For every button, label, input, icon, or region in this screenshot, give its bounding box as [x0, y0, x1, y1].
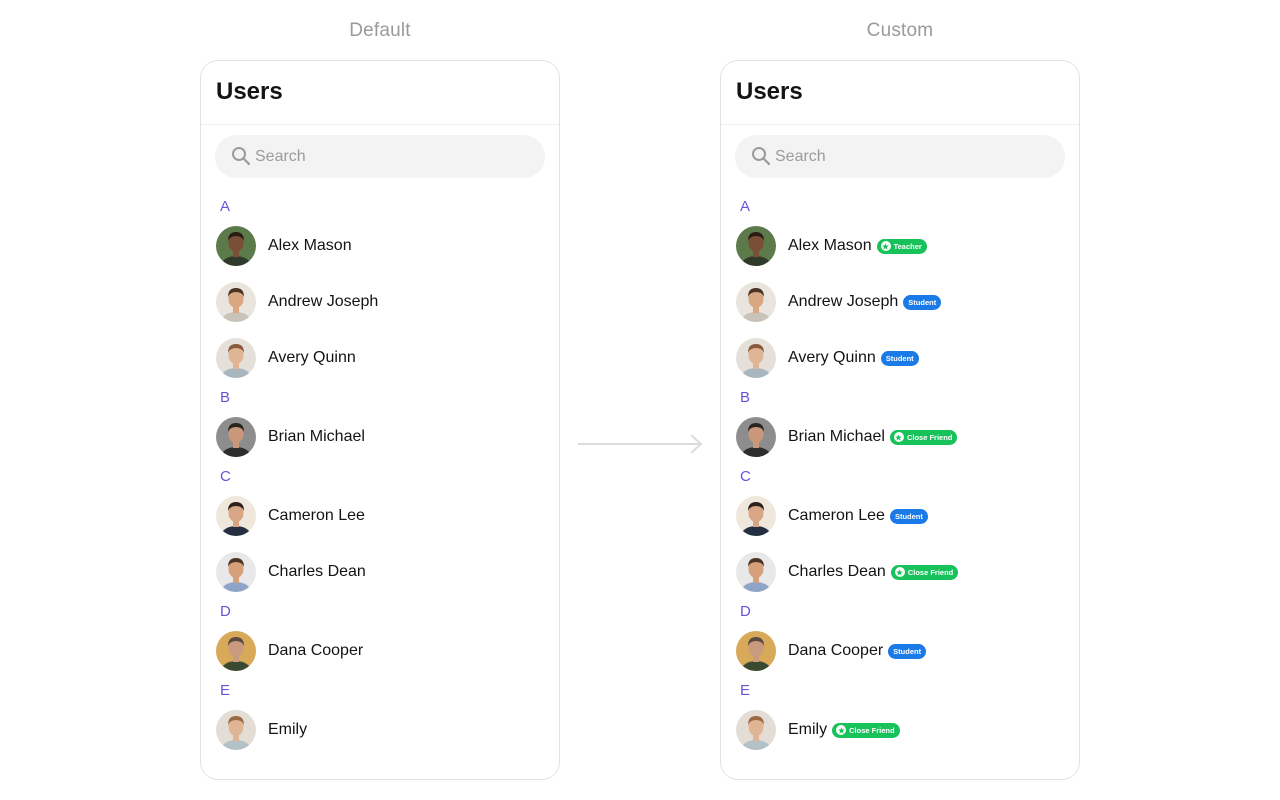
user-name: Brian Michael	[268, 428, 365, 445]
user-name: Dana Cooper	[788, 642, 884, 659]
star-icon	[894, 567, 905, 577]
badge-label: Student	[894, 511, 923, 521]
user-list-item[interactable]: Andrew Joseph	[201, 274, 559, 330]
avatar	[736, 552, 776, 592]
avatar	[736, 631, 776, 671]
header-divider	[721, 124, 1079, 125]
user-list-item[interactable]: Dana Cooper	[201, 623, 559, 679]
user-list-item[interactable]: Emily Close Friend	[721, 702, 1079, 758]
avatar	[216, 338, 256, 378]
user-list-item[interactable]: Emily	[201, 702, 559, 758]
search-bar[interactable]	[735, 135, 1065, 178]
search-icon	[232, 147, 251, 166]
user-list-item[interactable]: Brian Michael Close Friend	[721, 409, 1079, 465]
search-input[interactable]	[775, 135, 1045, 178]
section-letter: B	[220, 389, 231, 406]
user-list-item[interactable]: Charles Dean Close Friend	[721, 544, 1079, 600]
user-list: A Alex Mason Andrew Joseph Avery Quinn B Bria…	[201, 195, 559, 758]
star-icon	[880, 241, 891, 251]
avatar	[216, 552, 256, 592]
user-list-item[interactable]: Alex Mason Teacher	[721, 218, 1079, 274]
badge-label: Student	[908, 297, 937, 307]
section-letter: E	[220, 682, 231, 699]
avatar	[216, 417, 256, 457]
default-column-label: Default	[349, 20, 411, 41]
badge-label: Close Friend	[906, 432, 953, 442]
star-icon	[893, 432, 904, 442]
avatar	[216, 282, 256, 322]
user-list-item[interactable]: Avery Quinn	[201, 330, 559, 386]
user-list-item[interactable]: Charles Dean	[201, 544, 559, 600]
user-name: Alex Mason	[268, 237, 352, 254]
section-letter: C	[220, 468, 231, 485]
status-badge: Student	[903, 294, 942, 310]
user-list-item[interactable]: Brian Michael	[201, 409, 559, 465]
status-badge: Student	[889, 508, 928, 524]
badge-label: Close Friend	[849, 725, 895, 735]
user-name: Andrew Joseph	[268, 293, 379, 310]
status-badge: Teacher	[876, 238, 927, 254]
user-list-item[interactable]: Andrew Joseph Student	[721, 274, 1079, 330]
custom-users-panel: Users A Alex Mason Teacher Andrew Joseph Stu…	[720, 60, 1080, 780]
section-letter: D	[220, 603, 231, 620]
user-list-item[interactable]: Alex Mason	[201, 218, 559, 274]
star-icon	[836, 725, 847, 735]
user-list-item[interactable]: Cameron Lee Student	[721, 488, 1079, 544]
avatar	[736, 496, 776, 536]
search-icon	[752, 147, 771, 166]
status-badge: Student	[880, 350, 919, 366]
user-list: A Alex Mason Teacher Andrew Joseph Student Av…	[721, 195, 1079, 758]
user-name: Cameron Lee	[268, 507, 365, 524]
user-name: Emily	[268, 721, 308, 738]
avatar	[736, 338, 776, 378]
badge-label: Close Friend	[907, 567, 954, 577]
section-letter: E	[740, 682, 751, 699]
user-name: Charles Dean	[788, 563, 886, 580]
user-name: Avery Quinn	[268, 349, 356, 366]
default-users-panel: Users A Alex Mason Andrew Joseph Avery Quin…	[200, 60, 560, 780]
avatar	[736, 417, 776, 457]
user-name: Dana Cooper	[268, 642, 364, 659]
avatar	[216, 496, 256, 536]
user-name: Avery Quinn	[788, 349, 876, 366]
section-letter: A	[740, 198, 751, 215]
section-letter: C	[740, 468, 751, 485]
avatar	[216, 631, 256, 671]
custom-column-label: Custom	[866, 20, 934, 41]
status-badge: Student	[888, 643, 927, 659]
avatar	[216, 710, 256, 750]
arrow-right-icon	[578, 434, 703, 454]
user-name: Alex Mason	[788, 237, 872, 254]
user-name: Emily	[788, 721, 828, 738]
avatar	[736, 710, 776, 750]
page-title: Users	[216, 78, 283, 105]
badge-label: Student	[885, 353, 914, 363]
status-badge: Close Friend	[832, 722, 900, 738]
user-name: Cameron Lee	[788, 507, 885, 524]
page-title: Users	[736, 78, 803, 105]
header-divider	[201, 124, 559, 125]
search-input[interactable]	[255, 135, 525, 178]
section-letter: D	[740, 603, 751, 620]
avatar	[736, 282, 776, 322]
status-badge: Close Friend	[890, 564, 959, 580]
section-letter: A	[220, 198, 231, 215]
badge-label: Teacher	[893, 241, 922, 251]
badge-label: Student	[893, 646, 922, 656]
section-letter: B	[740, 389, 751, 406]
user-list-item[interactable]: Dana Cooper Student	[721, 623, 1079, 679]
user-name: Brian Michael	[788, 428, 885, 445]
status-badge: Close Friend	[889, 429, 958, 445]
search-bar[interactable]	[215, 135, 545, 178]
user-list-item[interactable]: Cameron Lee	[201, 488, 559, 544]
user-name: Andrew Joseph	[788, 293, 899, 310]
user-list-item[interactable]: Avery Quinn Student	[721, 330, 1079, 386]
avatar	[736, 226, 776, 266]
avatar	[216, 226, 256, 266]
user-name: Charles Dean	[268, 563, 366, 580]
